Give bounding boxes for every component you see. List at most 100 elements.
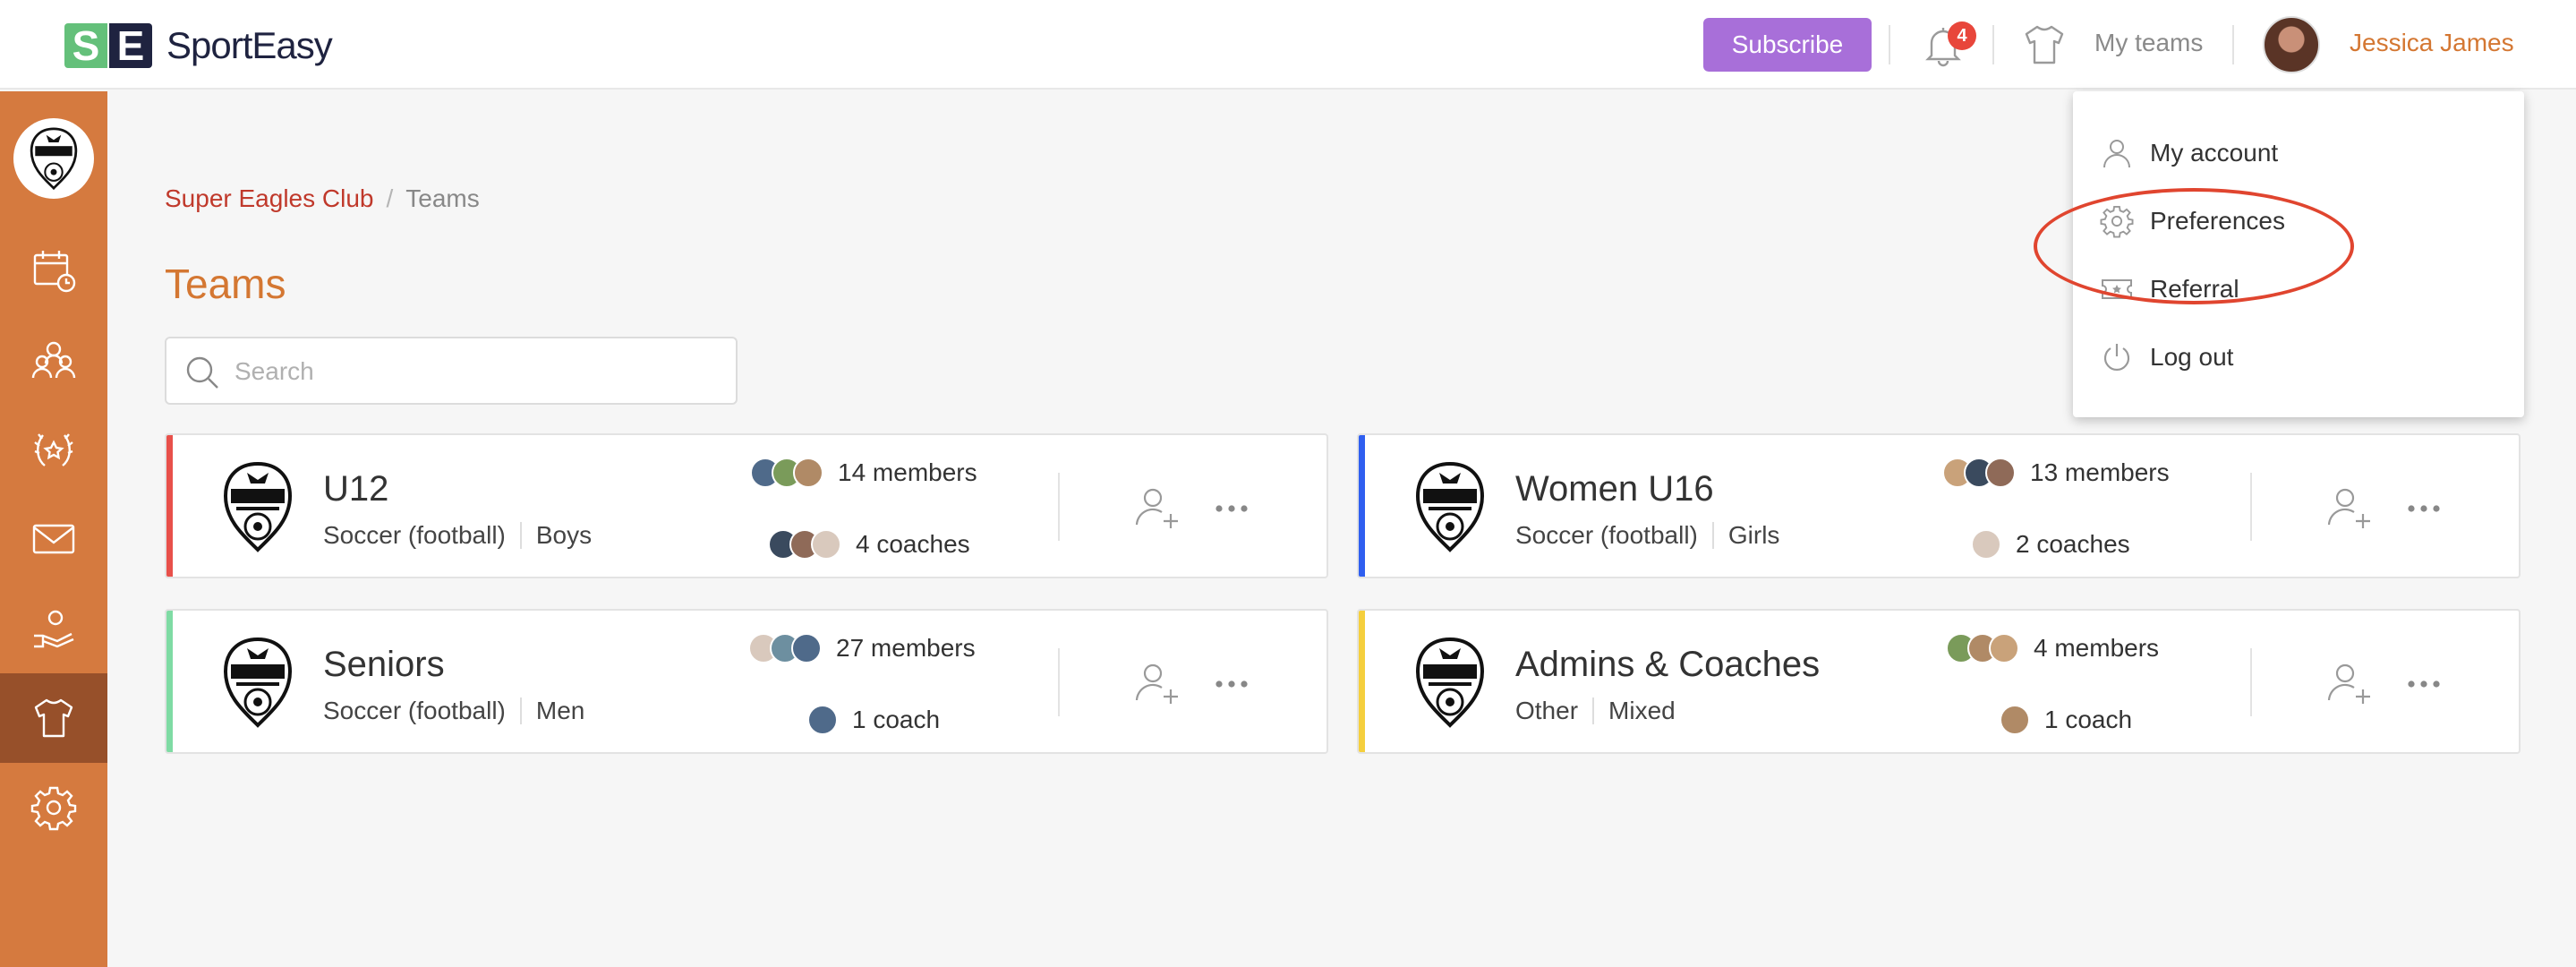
- team-members[interactable]: 27 members: [748, 630, 976, 666]
- breadcrumb-current: Teams: [405, 184, 480, 212]
- avatar: [1985, 458, 2016, 488]
- breadcrumb-separator: /: [386, 184, 394, 212]
- divider: [519, 697, 522, 724]
- team-gender: Mixed: [1608, 697, 1676, 724]
- sporteasy-logo[interactable]: S E SportEasy: [64, 21, 333, 70]
- member-avatars: [750, 458, 823, 488]
- page-title: Teams: [165, 261, 286, 307]
- avatar: [1971, 529, 2001, 560]
- add-user-icon[interactable]: [2324, 659, 2374, 709]
- user-icon: [2103, 140, 2130, 168]
- coaches-count: 4 coaches: [856, 530, 970, 558]
- divider: [1058, 648, 1060, 716]
- members-count: 27 members: [836, 634, 976, 662]
- team-meta: Other Mixed: [1515, 697, 1676, 725]
- sidebar-item-competitions[interactable]: [0, 405, 107, 494]
- team-coaches[interactable]: 1 coach: [807, 702, 940, 738]
- subscribe-button[interactable]: Subscribe: [1703, 18, 1872, 72]
- team-gender: Boys: [535, 521, 593, 549]
- search-input[interactable]: [235, 351, 718, 392]
- user-name-menu[interactable]: Jessica James: [2350, 29, 2514, 57]
- menu-item-referral[interactable]: Referral: [2100, 267, 2239, 312]
- team-name[interactable]: U12: [323, 469, 388, 509]
- power-icon: [2103, 344, 2130, 371]
- menu-item-label: Preferences: [2150, 207, 2285, 235]
- menu-item-label: Log out: [2150, 343, 2234, 371]
- team-coaches[interactable]: 4 coaches: [768, 526, 970, 562]
- divider: [1711, 522, 1714, 549]
- avatar: [2000, 705, 2030, 735]
- avatar: [811, 529, 841, 560]
- eagles-emblem-icon: [30, 127, 78, 191]
- sidebar-item-members[interactable]: [0, 315, 107, 405]
- avatar[interactable]: [2263, 16, 2320, 73]
- more-options-icon[interactable]: [2404, 666, 2444, 702]
- breadcrumb: Super Eagles Club / Teams: [165, 184, 480, 213]
- team-name[interactable]: Seniors: [323, 645, 445, 685]
- team-sport: Soccer (football): [1515, 521, 1698, 549]
- add-user-icon[interactable]: [1131, 659, 1181, 709]
- divider: [2250, 648, 2252, 716]
- top-bar: S E SportEasy Subscribe 4 My teams Jessi…: [0, 0, 2576, 90]
- add-user-icon[interactable]: [1131, 484, 1181, 534]
- more-options-icon[interactable]: [1212, 666, 1251, 702]
- coaches-count: 1 coach: [2044, 706, 2133, 733]
- team-color-stripe: [166, 435, 173, 577]
- team-name[interactable]: Women U16: [1515, 469, 1714, 509]
- mail-icon: [32, 524, 75, 554]
- team-color-stripe: [1359, 435, 1365, 577]
- logo-letter-s: S: [64, 23, 107, 68]
- my-teams-link[interactable]: My teams: [2094, 29, 2203, 57]
- eagles-emblem-icon: [223, 637, 293, 728]
- team-card[interactable]: U12 Soccer (football) Boys 14 members 4 …: [165, 433, 1328, 578]
- team-coaches[interactable]: 1 coach: [2000, 702, 2132, 738]
- shirt-icon: [34, 698, 73, 738]
- menu-item-my-account[interactable]: My account: [2100, 131, 2278, 175]
- search-box[interactable]: [165, 337, 738, 405]
- club-badge[interactable]: [13, 118, 94, 199]
- coaches-count: 1 coach: [852, 706, 941, 733]
- team-members[interactable]: 4 members: [1946, 630, 2159, 666]
- laurel-icon: [34, 433, 73, 466]
- shirt-icon[interactable]: [2021, 21, 2068, 68]
- avatar: [1989, 633, 2019, 663]
- breadcrumb-club-link[interactable]: Super Eagles Club: [165, 184, 373, 212]
- team-coaches[interactable]: 2 coaches: [1971, 526, 2130, 562]
- sidebar-item-settings[interactable]: [0, 763, 107, 852]
- team-meta: Soccer (football) Men: [323, 697, 584, 725]
- team-name[interactable]: Admins & Coaches: [1515, 645, 1820, 685]
- eagles-emblem-icon: [1415, 637, 1485, 728]
- coach-avatars: [1971, 529, 2001, 560]
- team-members[interactable]: 14 members: [750, 455, 977, 491]
- coaches-count: 2 coaches: [2016, 530, 2130, 558]
- team-color-stripe: [1359, 611, 1365, 752]
- coach-avatars: [768, 529, 841, 560]
- logo-letter-e: E: [109, 23, 152, 68]
- divider: [1592, 697, 1595, 724]
- team-members[interactable]: 13 members: [1942, 455, 2170, 491]
- more-options-icon[interactable]: [2404, 491, 2444, 526]
- hand-heart-icon: [34, 610, 74, 648]
- menu-item-label: My account: [2150, 139, 2279, 167]
- divider: [519, 522, 522, 549]
- menu-item-preferences[interactable]: Preferences: [2100, 199, 2285, 244]
- sidebar-item-messages[interactable]: [0, 494, 107, 584]
- sidebar-item-sponsorship[interactable]: [0, 584, 107, 673]
- eagles-emblem-icon: [223, 461, 293, 552]
- divider: [2232, 25, 2234, 64]
- team-card[interactable]: Seniors Soccer (football) Men 27 members…: [165, 609, 1328, 754]
- members-count: 13 members: [2030, 458, 2170, 486]
- member-avatars: [1946, 633, 2019, 663]
- team-card[interactable]: Admins & Coaches Other Mixed 4 members 1…: [1357, 609, 2521, 754]
- sidebar-item-calendar[interactable]: [0, 226, 107, 315]
- divider: [1992, 25, 1994, 64]
- menu-item-log-out[interactable]: Log out: [2100, 335, 2233, 380]
- team-gender: Men: [535, 697, 585, 724]
- team-card[interactable]: Women U16 Soccer (football) Girls 13 mem…: [1357, 433, 2521, 578]
- sidebar-item-teams[interactable]: [0, 673, 107, 763]
- team-gender: Girls: [1727, 521, 1780, 549]
- members-count: 14 members: [838, 458, 977, 486]
- team-meta: Soccer (football) Boys: [323, 521, 592, 550]
- more-options-icon[interactable]: [1212, 491, 1251, 526]
- add-user-icon[interactable]: [2324, 484, 2374, 534]
